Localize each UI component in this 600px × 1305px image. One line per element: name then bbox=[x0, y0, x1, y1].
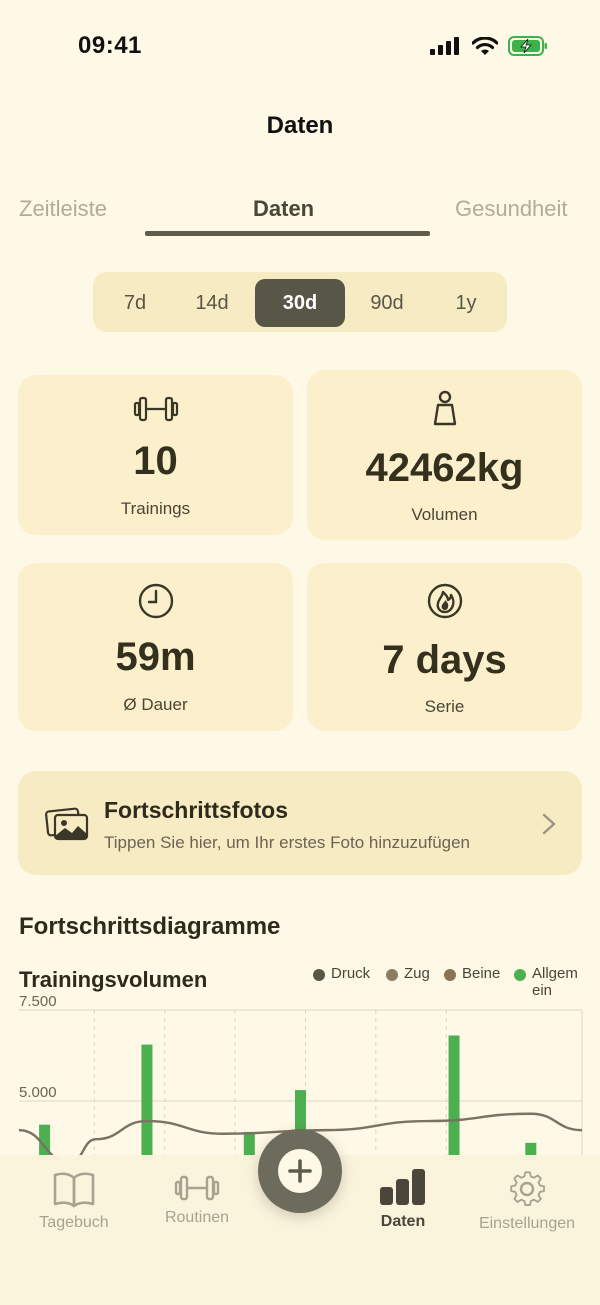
chart-title: Trainingsvolumen bbox=[19, 967, 208, 992]
signal-icon bbox=[430, 37, 459, 55]
tabbar-label: Routinen bbox=[164, 1209, 230, 1226]
stat-label-duration: Ø Dauer bbox=[123, 695, 188, 714]
tabbar-label: Daten bbox=[380, 1213, 426, 1230]
section-title-charts: Fortschrittsdiagramme bbox=[19, 913, 281, 940]
legend-beine[interactable]: Beine bbox=[444, 965, 500, 982]
kettlebell-icon bbox=[433, 390, 456, 426]
tab-gesundheit[interactable]: Gesundheit bbox=[455, 196, 568, 222]
photos-title: Fortschrittsfotos bbox=[104, 797, 288, 823]
tabbar-label: Tagebuch bbox=[39, 1214, 109, 1231]
stat-card-streak[interactable]: 7 days Serie bbox=[307, 563, 582, 731]
bar-chart-icon bbox=[380, 1169, 425, 1205]
tabbar-item-daten[interactable]: Daten bbox=[362, 1167, 444, 1231]
book-icon bbox=[53, 1172, 95, 1208]
stat-value-streak: 7 days bbox=[382, 638, 507, 682]
tab-daten[interactable]: Daten bbox=[253, 196, 314, 222]
status-icons bbox=[430, 36, 548, 56]
flame-icon bbox=[427, 583, 462, 619]
legend-dot bbox=[514, 969, 526, 981]
tab-underline bbox=[145, 231, 430, 236]
tab-zeitleiste[interactable]: Zeitleiste bbox=[19, 196, 107, 222]
stat-value-volume: 42462kg bbox=[365, 446, 524, 490]
legend-zug[interactable]: Zug bbox=[386, 965, 430, 982]
stat-label-trainings: Trainings bbox=[120, 499, 191, 518]
photos-subtitle: Tippen Sie hier, um Ihr erstes Foto hinz… bbox=[104, 833, 471, 852]
tabbar-item-tagebuch[interactable]: Tagebuch bbox=[22, 1170, 126, 1232]
stat-card-volume[interactable]: 42462kg Volumen bbox=[307, 370, 582, 540]
tabbar-item-routinen[interactable]: Routinen bbox=[150, 1173, 244, 1227]
range-7d[interactable]: 7d bbox=[105, 279, 165, 327]
plus-icon bbox=[288, 1159, 312, 1183]
legend-druck[interactable]: Druck bbox=[313, 965, 370, 982]
legend-label: Zug bbox=[404, 965, 430, 982]
add-button-inner bbox=[278, 1149, 322, 1193]
gear-icon bbox=[510, 1171, 545, 1207]
add-workout-button[interactable] bbox=[258, 1129, 342, 1213]
legend-label: Beine bbox=[462, 965, 501, 982]
progress-photos-button[interactable]: Fortschrittsfotos Tippen Sie hier, um Ih… bbox=[18, 771, 582, 875]
y-tick-label: 5.000 bbox=[19, 1084, 57, 1101]
stat-card-trainings[interactable]: 10 Trainings bbox=[18, 375, 293, 535]
legend-dot bbox=[313, 969, 325, 981]
legend-allgemein[interactable]: Allgemein bbox=[514, 965, 582, 999]
stat-value-duration: 59m bbox=[115, 635, 196, 679]
wifi-icon bbox=[472, 36, 498, 55]
y-tick-label: 7.500 bbox=[19, 995, 57, 1010]
dumbbell-icon bbox=[174, 1175, 220, 1201]
battery-icon bbox=[508, 36, 547, 56]
range-14d[interactable]: 14d bbox=[181, 279, 243, 327]
dumbbell-icon bbox=[133, 396, 178, 422]
status-time: 09:41 bbox=[78, 32, 142, 59]
page-title: Daten bbox=[266, 112, 334, 139]
legend-dot bbox=[386, 969, 398, 981]
range-selector: 7d 14d 30d 90d 1y bbox=[93, 272, 507, 332]
stat-label-volume: Volumen bbox=[411, 505, 478, 524]
stat-label-streak: Serie bbox=[424, 697, 465, 716]
chart-bar bbox=[141, 1044, 153, 1160]
range-1y[interactable]: 1y bbox=[433, 279, 499, 327]
tabbar-item-einstellungen[interactable]: Einstellungen bbox=[468, 1169, 586, 1233]
range-90d[interactable]: 90d bbox=[355, 279, 419, 327]
range-30d[interactable]: 30d bbox=[255, 279, 345, 327]
chevron-right-icon bbox=[542, 813, 556, 835]
photos-icon bbox=[45, 807, 89, 841]
legend-label: Allgemein bbox=[532, 965, 578, 999]
clock-icon bbox=[138, 583, 173, 619]
legend-dot bbox=[444, 969, 456, 981]
chart-bar bbox=[448, 1035, 460, 1160]
stat-card-duration[interactable]: 59m Ø Dauer bbox=[18, 563, 293, 731]
legend-label: Druck bbox=[331, 965, 371, 982]
tabbar-label: Einstellungen bbox=[478, 1215, 576, 1232]
stat-value-trainings: 10 bbox=[133, 439, 178, 483]
